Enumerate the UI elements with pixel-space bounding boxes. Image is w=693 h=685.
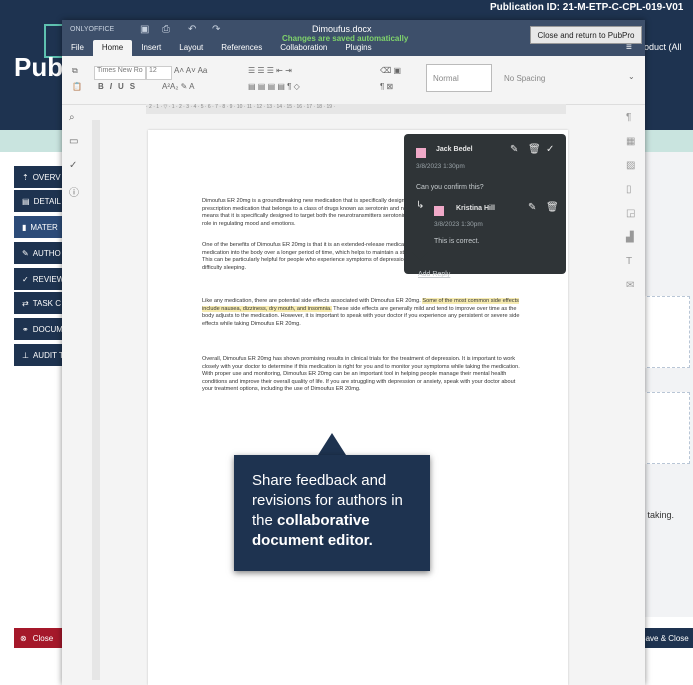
paragraph-settings-icon[interactable]: ¶ bbox=[626, 112, 638, 124]
tab-home[interactable]: Home bbox=[92, 40, 133, 56]
tab-layout[interactable]: Layout bbox=[170, 40, 212, 56]
style-no-spacing[interactable]: No Spacing bbox=[498, 64, 578, 92]
grow-font-icon[interactable]: A˄ A˅ Aa bbox=[174, 66, 207, 75]
comments-icon[interactable]: ▭ bbox=[69, 136, 81, 148]
comment-date: 3/8/2023 1:30pm bbox=[416, 163, 465, 170]
clear-format-icon[interactable]: ⌫ ▣ bbox=[380, 66, 401, 75]
paste-icon[interactable]: 📋 bbox=[72, 82, 82, 91]
document-editor-window: ONLYOFFICE ▣ ⎙ ↶ ↷ Dimoufus.docx Changes… bbox=[62, 20, 645, 685]
callout-text: Share feedback and revisions for authors… bbox=[252, 472, 403, 549]
image-settings-icon[interactable]: ▨ bbox=[626, 160, 638, 172]
copy-icon[interactable]: ⧉ bbox=[72, 66, 78, 76]
print-icon[interactable]: ⎙ bbox=[162, 24, 170, 35]
reply-text: This is correct. bbox=[434, 238, 480, 245]
chevron-down-icon[interactable]: ⌄ bbox=[628, 72, 635, 81]
tab-insert[interactable]: Insert bbox=[132, 40, 170, 56]
chart-settings-icon[interactable]: ▟ bbox=[626, 232, 638, 244]
style-normal[interactable]: Normal bbox=[426, 64, 492, 92]
text-art-icon[interactable]: T bbox=[626, 256, 638, 268]
app-label: ONLYOFFICE bbox=[70, 26, 115, 33]
menu-icon[interactable]: ≡ bbox=[626, 42, 632, 53]
publication-id: Publication ID: 21-M-ETP-C-CPL-019-V01 bbox=[490, 2, 684, 13]
spellcheck-icon[interactable]: ✓ bbox=[69, 160, 81, 172]
pubpro-logo: Pub bbox=[14, 52, 64, 82]
resolve-check-icon[interactable]: ✓ bbox=[546, 144, 554, 155]
vertical-ruler[interactable] bbox=[92, 120, 100, 680]
reply-arrow-icon: ↳ bbox=[416, 200, 425, 211]
table-settings-icon[interactable]: ▦ bbox=[626, 136, 638, 148]
undo-icon[interactable]: ↶ bbox=[188, 24, 196, 35]
tab-references[interactable]: References bbox=[212, 40, 271, 56]
font-name-select[interactable]: Times New Ro bbox=[94, 66, 146, 80]
paragraph-overall: Overall, Dimoufus ER 20mg has shown prom… bbox=[202, 356, 520, 393]
pen-icon: ✎ bbox=[22, 248, 29, 258]
home-toolbar: ⧉ 📋 Times New Ro 12 A˄ A˅ Aa BIUS A²A₂ ✎… bbox=[62, 56, 645, 105]
right-toolbar: ¶ ▦ ▨ ▯ ◲ ▟ T ✉ bbox=[619, 104, 645, 404]
comment-popup: Jack Bedel 3/8/2023 1:30pm ✎ 🗑 ✓ Can you… bbox=[404, 134, 566, 278]
edit-icon[interactable]: ✎ bbox=[528, 202, 536, 213]
redo-icon[interactable]: ↷ bbox=[212, 24, 220, 35]
save-icon[interactable]: ▣ bbox=[140, 24, 149, 35]
arrow-up-icon: ⇡ bbox=[22, 172, 29, 182]
copy-style-icon[interactable]: ¶ ⊠ bbox=[380, 82, 393, 91]
trash-icon[interactable]: 🗑 bbox=[546, 202, 559, 213]
left-toolbar: ⌕ ▭ ✓ ⓘ bbox=[62, 104, 88, 685]
tab-collaboration[interactable]: Collaboration bbox=[271, 40, 336, 56]
content-card bbox=[642, 392, 690, 464]
feature-callout: Share feedback and revisions for authors… bbox=[234, 455, 430, 571]
check-icon: ✓ bbox=[22, 274, 29, 284]
add-reply-link[interactable]: Add Reply bbox=[418, 271, 450, 278]
trash-icon[interactable]: 🗑 bbox=[528, 144, 541, 155]
content-card bbox=[642, 296, 690, 368]
avatar bbox=[416, 148, 426, 158]
link-icon: ⚭ bbox=[22, 324, 29, 334]
search-icon[interactable]: ⌕ bbox=[69, 112, 81, 124]
reply-date: 3/8/2023 1:30pm bbox=[434, 221, 483, 228]
comment-author: Jack Bedel bbox=[436, 146, 473, 153]
reply-author: Kristina Hill bbox=[456, 205, 495, 212]
clipboard-icon: ▮ bbox=[22, 222, 27, 232]
editor-titlebar: ONLYOFFICE ▣ ⎙ ↶ ↷ Dimoufus.docx Changes… bbox=[62, 20, 645, 56]
font-size-select[interactable]: 12 bbox=[146, 66, 172, 80]
format-buttons-icon[interactable]: BIUS bbox=[98, 82, 141, 91]
document-icon: ▤ bbox=[22, 196, 30, 206]
highlight-color-icon[interactable]: A²A₂ ✎ A bbox=[162, 82, 194, 91]
swap-arrows-icon: ⇄ bbox=[22, 298, 29, 308]
info-icon[interactable]: ⓘ bbox=[69, 184, 81, 199]
comment-text: Can you confirm this? bbox=[416, 184, 484, 191]
document-name: Dimoufus.docx bbox=[312, 24, 372, 34]
list-icon[interactable]: ☰ ☰ ☰ ⇤ ⇥ bbox=[248, 66, 292, 75]
tab-file[interactable]: File bbox=[62, 40, 93, 56]
comment-pointer bbox=[412, 252, 428, 260]
header-footer-icon[interactable]: ▯ bbox=[626, 184, 638, 196]
edit-icon[interactable]: ✎ bbox=[510, 144, 518, 155]
mail-merge-icon[interactable]: ✉ bbox=[626, 280, 638, 292]
paragraph-side-effects: Like any medication, there are potential… bbox=[202, 298, 520, 327]
close-circle-icon: ⊗ bbox=[20, 633, 27, 643]
align-icon[interactable]: ▤ ▤ ▤ ▤ ¶ ◇ bbox=[248, 82, 300, 91]
org-chart-icon: ⊥ bbox=[22, 350, 29, 360]
tab-plugins[interactable]: Plugins bbox=[336, 40, 380, 56]
ribbon-tabs: File Home Insert Layout References Colla… bbox=[62, 40, 645, 56]
horizontal-ruler[interactable]: · 2 · 1 · ▽ · 1 · 2 · 3 · 4 · 5 · 6 · 7 … bbox=[146, 104, 566, 114]
partial-text: e taking. bbox=[640, 510, 675, 520]
shape-settings-icon[interactable]: ◲ bbox=[626, 208, 638, 220]
callout-pointer bbox=[318, 433, 346, 455]
avatar bbox=[434, 206, 444, 216]
